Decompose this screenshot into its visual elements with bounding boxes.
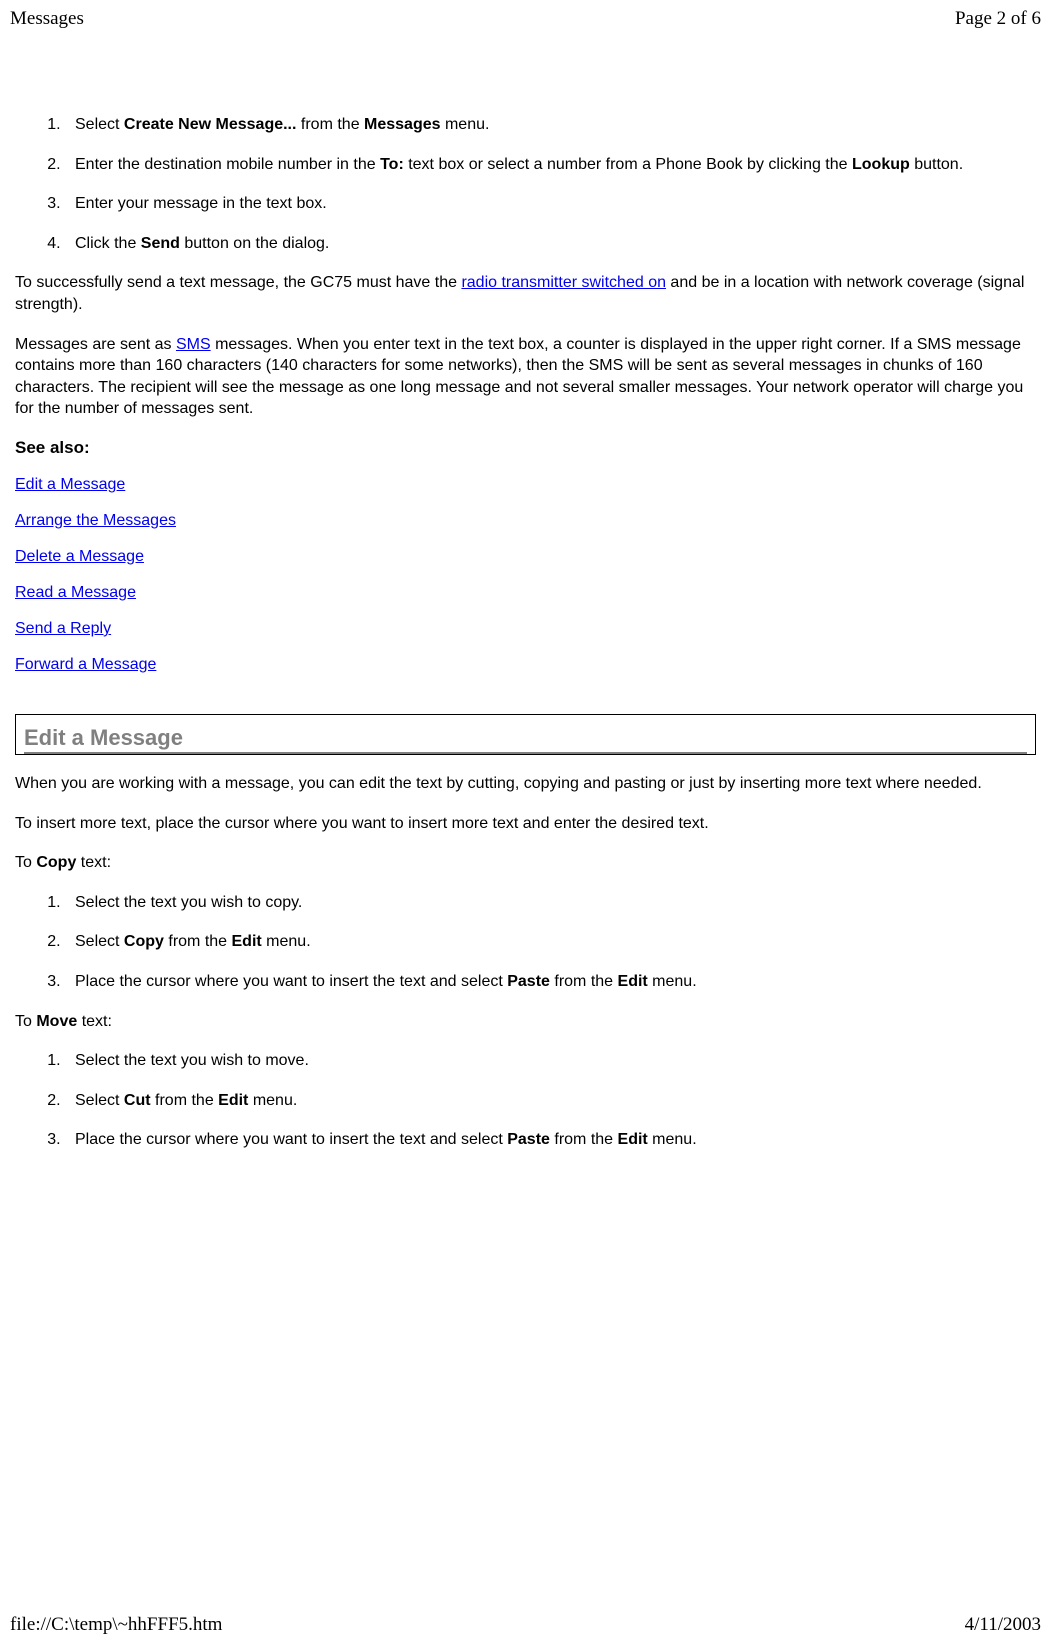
radio-transmitter-note: To successfully send a text message, the… [15,272,1036,315]
header-title: Messages [10,8,84,30]
copy-step-1: Select the text you wish to copy. [65,892,1036,914]
move-steps: Select the text you wish to move. Select… [15,1050,1036,1151]
copy-step-3: Place the cursor where you want to inser… [65,971,1036,993]
copy-step-2: Select Copy from the Edit menu. [65,931,1036,953]
copy-intro: To Copy text: [15,852,1036,874]
step-4: Click the Send button on the dialog. [65,233,1036,255]
content-area: Select Create New Message... from the Me… [0,34,1051,1151]
header-page-info: Page 2 of 6 [955,8,1041,30]
sms-note: Messages are sent as SMS messages. When … [15,334,1036,420]
page-footer: file://C:\temp\~hhFFF5.htm 4/11/2003 [0,1614,1051,1636]
move-step-3: Place the cursor where you want to inser… [65,1129,1036,1151]
see-also-heading: See also: [15,438,1036,458]
step-2: Enter the destination mobile number in t… [65,154,1036,176]
move-intro: To Move text: [15,1011,1036,1033]
move-step-1: Select the text you wish to move. [65,1050,1036,1072]
radio-transmitter-link[interactable]: radio transmitter switched on [461,274,666,291]
read-message-link[interactable]: Read a Message [15,584,136,601]
copy-steps: Select the text you wish to copy. Select… [15,892,1036,993]
create-message-steps: Select Create New Message... from the Me… [15,114,1036,254]
step-3: Enter your message in the text box. [65,193,1036,215]
sms-link[interactable]: SMS [176,336,211,353]
step-1: Select Create New Message... from the Me… [65,114,1036,136]
arrange-messages-link[interactable]: Arrange the Messages [15,512,176,529]
send-reply-link[interactable]: Send a Reply [15,620,111,637]
delete-message-link[interactable]: Delete a Message [15,548,144,565]
edit-intro-1: When you are working with a message, you… [15,773,1036,795]
edit-message-link[interactable]: Edit a Message [15,476,125,493]
edit-message-title: Edit a Message [24,725,1027,754]
edit-intro-2: To insert more text, place the cursor wh… [15,813,1036,835]
page-header: Messages Page 2 of 6 [0,0,1051,34]
footer-date: 4/11/2003 [965,1614,1041,1636]
forward-message-link[interactable]: Forward a Message [15,656,156,673]
section-header-box: Edit a Message [15,714,1036,755]
move-step-2: Select Cut from the Edit menu. [65,1090,1036,1112]
footer-path: file://C:\temp\~hhFFF5.htm [10,1614,222,1636]
